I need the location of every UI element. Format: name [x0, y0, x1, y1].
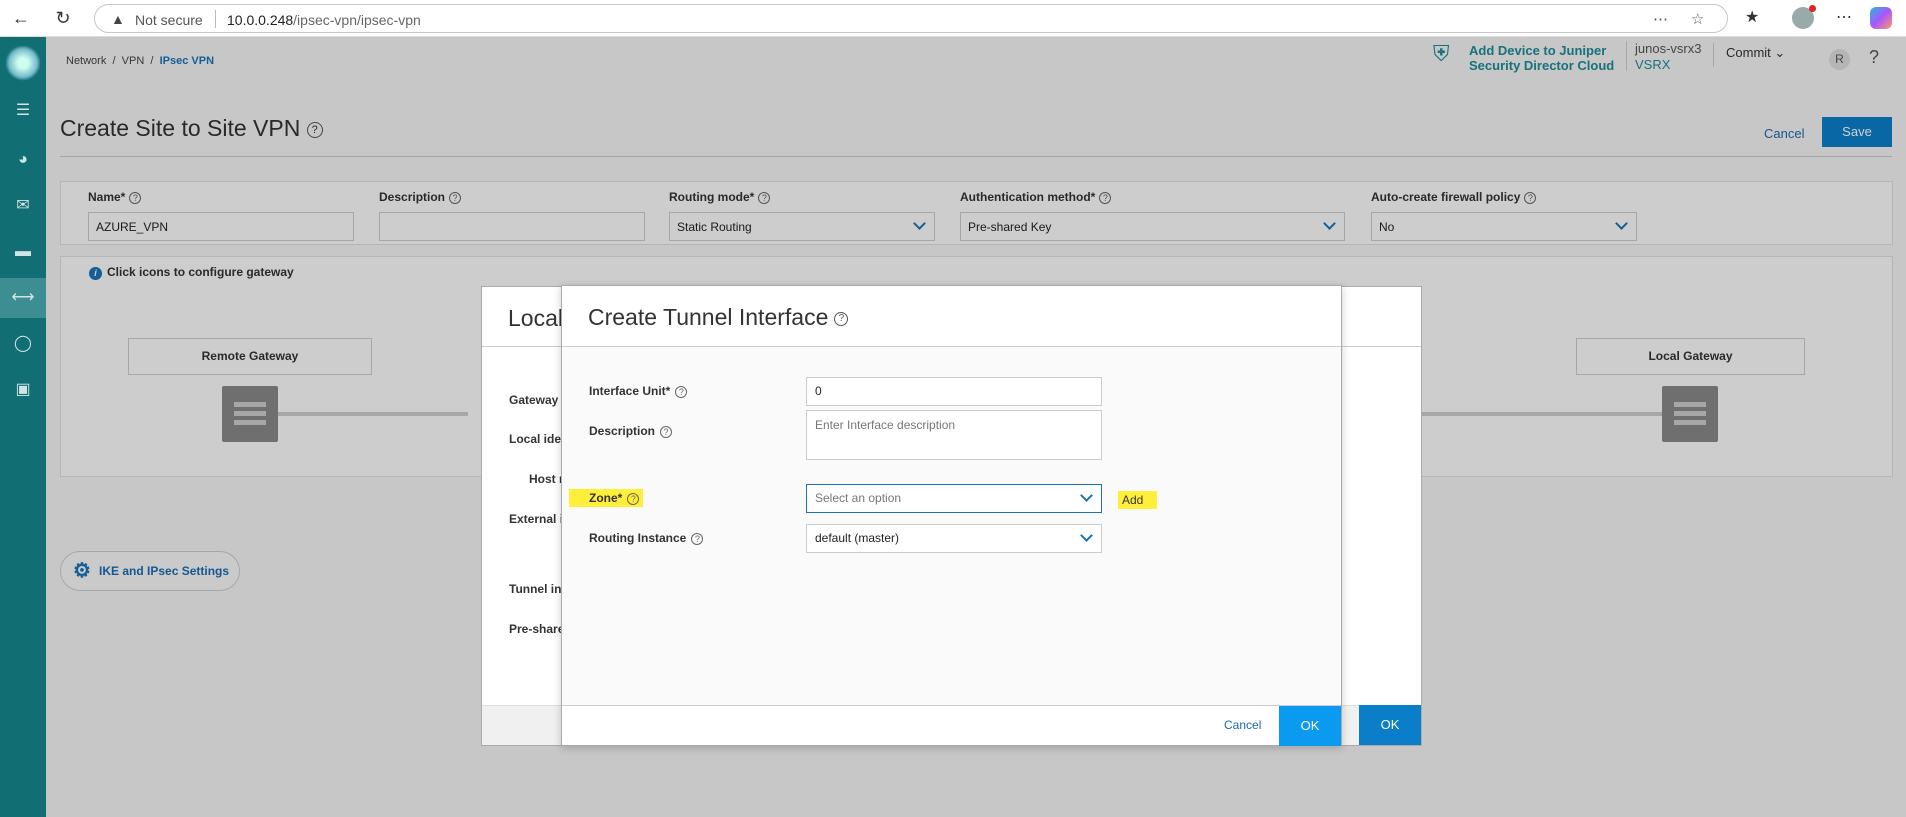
lock-icon[interactable]: ▣: [0, 370, 46, 410]
help-circle-icon[interactable]: ?: [627, 493, 640, 505]
help-circle-icon[interactable]: ?: [691, 533, 704, 545]
warning-icon: ▲: [111, 11, 125, 27]
create-tunnel-interface-modal: Create Tunnel Interface? Interface Unit*…: [561, 285, 1342, 746]
add-zone-link[interactable]: Add: [1118, 491, 1158, 509]
zone-label: Zone*?: [569, 489, 644, 507]
routing-instance-label: Routing Instance?: [589, 531, 704, 545]
routing-instance-select[interactable]: default (master): [806, 524, 1102, 553]
chevron-down-icon: [1080, 529, 1093, 542]
modal-footer: Cancel OK: [562, 705, 1341, 746]
help-circle-icon[interactable]: ?: [675, 386, 688, 398]
gateway-label: Gateway: [509, 393, 559, 407]
help-circle-icon[interactable]: ?: [834, 311, 849, 326]
favorite-star-icon[interactable]: ☆: [1691, 10, 1704, 28]
description-label: Description?: [589, 424, 673, 438]
copilot-icon[interactable]: [1870, 7, 1892, 29]
help-circle-icon[interactable]: ?: [660, 426, 673, 438]
dashboard-icon[interactable]: ◕: [0, 140, 46, 180]
zone-select[interactable]: Select an option: [806, 484, 1102, 513]
back-icon[interactable]: ←: [8, 6, 34, 30]
modal-cancel-button[interactable]: Cancel: [1224, 718, 1261, 732]
interface-unit-input[interactable]: 0: [806, 377, 1102, 406]
modal-ok-button[interactable]: OK: [1279, 706, 1341, 746]
pre-shared-key-label: Pre-share: [509, 622, 565, 636]
favorites-icon[interactable]: ★: [1745, 7, 1759, 27]
tunnel-interface-label: Tunnel in: [509, 582, 562, 596]
back-ok-button[interactable]: OK: [1359, 705, 1421, 745]
url-text: 10.0.0.248/ipsec-vpn/ipsec-vpn: [227, 12, 421, 28]
monitor-icon[interactable]: ✉: [0, 186, 46, 226]
sidebar: ☰ ◕ ✉ ▬ ⟷ ◯ ▣: [0, 37, 46, 817]
chevron-down-icon: [1080, 489, 1093, 502]
modal-body: Interface Unit*? 0 Description? Enter In…: [562, 347, 1341, 706]
modal-title: Create Tunnel Interface?: [562, 286, 1341, 347]
interface-description-input[interactable]: Enter Interface description: [806, 410, 1102, 460]
devices-icon[interactable]: ▬: [0, 232, 46, 272]
external-interface-label: External i: [509, 512, 564, 526]
app-logo-icon: [5, 45, 41, 81]
menu-icon[interactable]: ☰: [0, 91, 46, 131]
reader-icon[interactable]: ⋯: [1653, 10, 1668, 28]
security-label: Not secure: [135, 12, 203, 28]
reload-icon[interactable]: ↻: [50, 6, 76, 30]
profile-avatar[interactable]: [1792, 5, 1816, 29]
browser-toolbar: ← ↻ ▲ Not secure 10.0.0.248/ipsec-vpn/ip…: [0, 0, 1906, 37]
address-bar[interactable]: ▲ Not secure 10.0.0.248/ipsec-vpn/ipsec-…: [94, 4, 1728, 33]
divider: [215, 10, 216, 28]
interface-unit-label: Interface Unit*?: [589, 384, 688, 398]
more-menu-icon[interactable]: ⋯: [1836, 7, 1852, 27]
security-shield-icon[interactable]: ◯: [0, 324, 46, 364]
network-icon[interactable]: ⟷: [0, 278, 46, 318]
local-identity-label: Local ide: [509, 432, 562, 446]
